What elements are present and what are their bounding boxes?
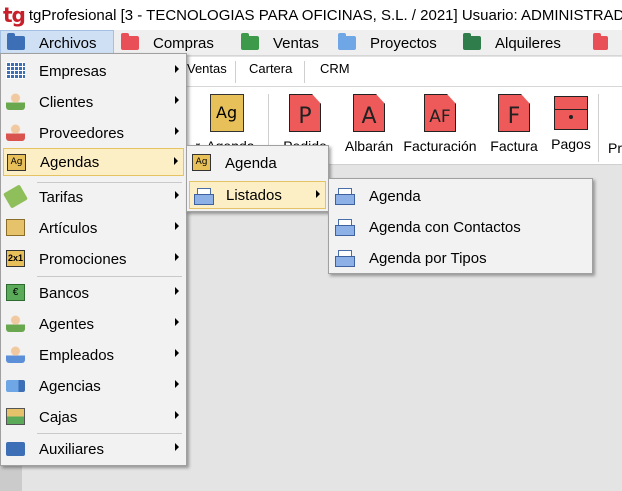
submenu-arrow-icon	[175, 318, 179, 326]
clients-icon	[6, 93, 25, 110]
title-bar: tg tgProfesional [3 - TECNOLOGIAS PARA O…	[0, 0, 622, 30]
module-ventas[interactable]: Ventas	[241, 30, 331, 56]
menu-separator	[37, 276, 182, 277]
suppliers-icon	[6, 124, 25, 141]
printer-icon	[335, 219, 355, 236]
submenu-arrow-icon	[175, 411, 179, 419]
cash-register-icon	[6, 408, 25, 425]
submenu-arrow-icon	[175, 96, 179, 104]
ribbon-button-factura[interactable]: F Factura	[487, 94, 541, 154]
ribbon-button-label: Albarán	[344, 138, 394, 154]
module-label: Proyectos	[370, 34, 437, 52]
agent-icon	[6, 315, 25, 332]
albaran-icon: A	[353, 94, 385, 132]
menu-item-listado-agenda-contactos[interactable]: Agenda con Contactos	[331, 213, 590, 241]
printer-icon	[335, 188, 355, 205]
menu-item-articulos[interactable]: Artículos	[3, 214, 184, 242]
tab-cartera[interactable]: Cartera	[249, 61, 292, 76]
submenu-arrow-icon	[175, 287, 179, 295]
menu-item-empresas[interactable]: Empresas	[3, 57, 184, 85]
submenu-arrow-icon	[316, 190, 320, 198]
facturacion-icon: AF	[424, 94, 456, 132]
module-label: Ventas	[273, 34, 319, 52]
folder-icon	[241, 33, 259, 50]
folder-icon	[463, 33, 481, 50]
two-for-one-icon: 2x1	[6, 250, 25, 267]
submenu-arrow-icon	[175, 65, 179, 73]
ribbon-button-albaran[interactable]: A Albarán	[338, 94, 400, 154]
printer-icon	[194, 188, 214, 205]
module-label: Alquileres	[495, 34, 561, 52]
ribbon-button-label: Factura	[490, 138, 538, 154]
box-icon	[6, 219, 25, 236]
ribbon-button-pagos[interactable]: Pagos	[548, 94, 594, 152]
ribbon-button-label: Facturación	[403, 138, 477, 154]
menu-item-proveedores[interactable]: Proveedores	[3, 119, 184, 147]
listados-submenu: Agenda Agenda con Contactos Agenda por T…	[328, 178, 593, 274]
truck-icon	[6, 380, 25, 392]
building-grid-icon	[6, 62, 25, 79]
folder-icon	[6, 442, 25, 456]
module-label: Compras	[153, 34, 214, 52]
ribbon-button-label: Pagos	[551, 136, 591, 152]
ribbon-button-label: Pr	[608, 140, 622, 156]
menu-item-listado-agenda[interactable]: Agenda	[331, 182, 590, 210]
tab-separator	[304, 61, 305, 83]
module-more[interactable]	[593, 30, 622, 56]
folder-icon	[338, 33, 356, 50]
module-proyectos[interactable]: Proyectos	[338, 30, 456, 56]
tab-separator	[235, 61, 236, 83]
pedido-icon: P	[289, 94, 321, 132]
bank-icon: €	[6, 284, 25, 301]
ribbon-separator	[598, 94, 599, 162]
menu-item-listado-agenda-tipos[interactable]: Agenda por Tipos	[331, 244, 590, 272]
pagos-icon	[554, 96, 588, 130]
printer-icon	[335, 250, 355, 267]
submenu-arrow-icon	[175, 191, 179, 199]
menu-item-agentes[interactable]: Agentes	[3, 310, 184, 338]
submenu-arrow-icon	[174, 157, 178, 165]
menu-item-clientes[interactable]: Clientes	[3, 88, 184, 116]
agenda-icon: Ag	[192, 154, 211, 171]
submenu-arrow-icon	[175, 443, 179, 451]
folder-icon	[7, 33, 25, 50]
tab-crm[interactable]: CRM	[320, 61, 350, 76]
menu-separator	[37, 433, 182, 434]
menu-item-empleados[interactable]: Empleados	[3, 341, 184, 369]
menu-item-tarifas[interactable]: Tarifas	[3, 183, 184, 211]
employee-icon	[6, 346, 25, 363]
module-alquileres[interactable]: Alquileres	[463, 30, 587, 56]
agenda-icon: Ag	[7, 154, 26, 171]
folder-icon	[121, 33, 139, 50]
module-label: Archivos	[39, 34, 97, 52]
tag-icon	[3, 184, 28, 209]
menu-item-promociones[interactable]: 2x1 Promociones	[3, 245, 184, 273]
menu-item-agendas[interactable]: Ag Agendas	[3, 148, 184, 176]
ribbon-button-partial[interactable]: Pr	[608, 94, 622, 156]
ribbon-button-facturacion[interactable]: AF Facturación	[400, 94, 480, 154]
menu-item-agencias[interactable]: Agencias	[3, 372, 184, 400]
menu-item-cajas[interactable]: Cajas	[3, 403, 184, 431]
menu-item-bancos[interactable]: € Bancos	[3, 279, 184, 307]
window-title: tgProfesional [3 - TECNOLOGIAS PARA OFIC…	[28, 6, 622, 24]
submenu-arrow-icon	[175, 380, 179, 388]
submenu-arrow-icon	[175, 253, 179, 261]
factura-icon: F	[498, 94, 530, 132]
tab-ventas[interactable]: Ventas	[187, 61, 227, 76]
menu-item-auxiliares[interactable]: Auxiliares	[3, 435, 184, 463]
agenda-book-icon: Ag	[210, 94, 244, 132]
menu-item-agenda[interactable]: Ag Agenda	[189, 149, 326, 177]
submenu-arrow-icon	[175, 349, 179, 357]
menu-item-listados[interactable]: Listados	[189, 181, 326, 209]
archivos-menu: Empresas Clientes Proveedores Ag Agendas…	[0, 53, 187, 466]
app-logo: tg	[3, 3, 26, 27]
agendas-submenu: Ag Agenda Listados	[186, 145, 329, 212]
folder-icon	[593, 33, 608, 50]
submenu-arrow-icon	[175, 222, 179, 230]
submenu-arrow-icon	[175, 127, 179, 135]
